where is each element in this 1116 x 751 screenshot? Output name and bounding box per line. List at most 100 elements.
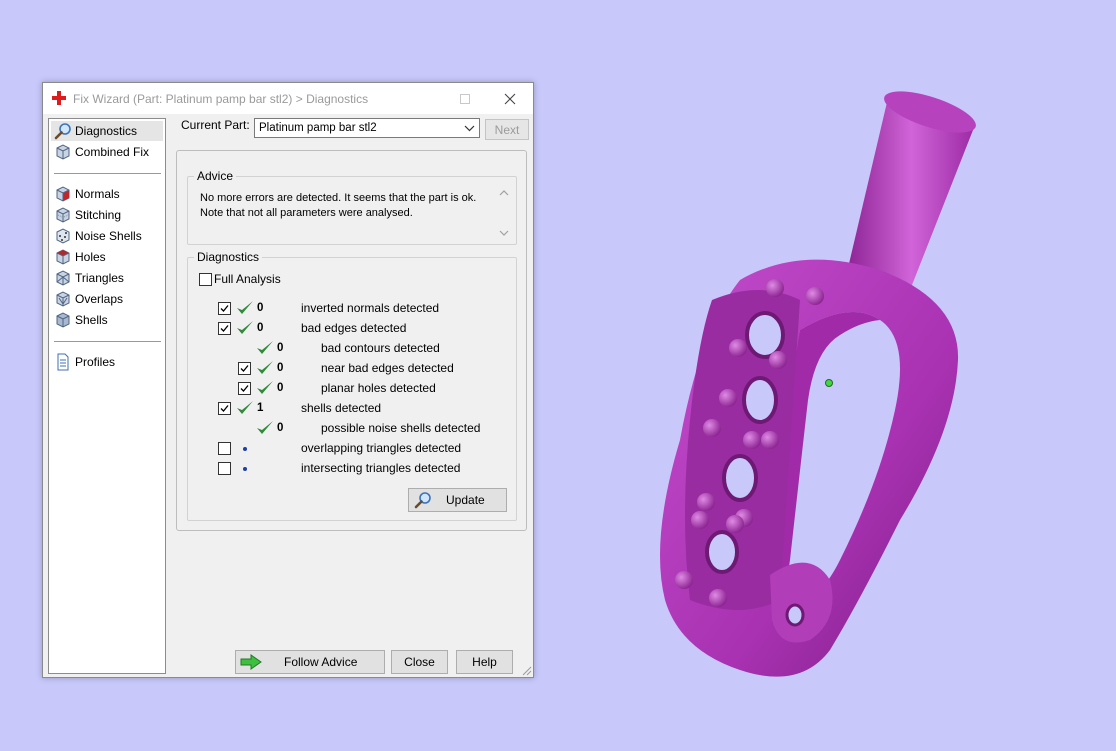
- part-3d-model[interactable]: [640, 90, 1000, 690]
- checkmark-icon: [220, 305, 229, 312]
- full-analysis-checkbox[interactable]: [199, 273, 212, 286]
- nav-divider: [54, 341, 161, 342]
- diagnostics-group: Diagnostics Full Analysis 0 inverted nor…: [187, 250, 517, 521]
- cube-noise-icon: [56, 228, 70, 244]
- current-part-value: Platinum pamp bar stl2: [259, 122, 377, 134]
- nav-item-stitching[interactable]: Stitching: [51, 205, 163, 225]
- cube-icon: [56, 144, 70, 160]
- pending-dot-icon: [243, 467, 247, 471]
- near-bad-edges-count: 0: [277, 362, 284, 374]
- shells-count: 1: [257, 402, 264, 414]
- inverted-normals-label: inverted normals detected: [301, 301, 440, 315]
- nav-item-label: Triangles: [75, 271, 124, 285]
- magnifier-icon: [414, 492, 431, 509]
- nav-item-label: Overlaps: [75, 292, 124, 306]
- nav-divider: [54, 173, 161, 174]
- help-button[interactable]: Help: [456, 650, 513, 674]
- nav-item-label: Stitching: [75, 208, 122, 222]
- shells-label: shells detected: [301, 401, 382, 415]
- green-check-icon: [237, 401, 253, 414]
- model-hole: [722, 454, 758, 502]
- bad-contours-count: 0: [277, 342, 284, 354]
- nav-item-noise-shells[interactable]: Noise Shells: [51, 226, 163, 246]
- overlapping-triangles-label: overlapping triangles detected: [301, 441, 462, 455]
- nav-item-combined-fix[interactable]: Combined Fix: [51, 142, 163, 162]
- advice-line: No more errors are detected. It seems th…: [200, 192, 477, 204]
- nav-item-label: Shells: [75, 313, 108, 327]
- wizard-nav: Diagnostics Combined Fix Normals Stitchi…: [48, 118, 166, 674]
- model-small-hole: [785, 603, 805, 627]
- green-arrow-icon: [240, 654, 262, 670]
- cube-stitch-icon: [56, 207, 70, 223]
- bad-edges-count: 0: [257, 322, 264, 334]
- nav-item-label: Normals: [75, 187, 120, 201]
- nav-item-label: Profiles: [75, 355, 116, 369]
- nav-item-diagnostics[interactable]: Diagnostics: [51, 121, 163, 141]
- title-bar: Fix Wizard (Part: Platinum pamp bar stl2…: [43, 83, 533, 114]
- noise-shells-count: 0: [277, 422, 284, 434]
- fix-wizard-window: Fix Wizard (Part: Platinum pamp bar stl2…: [42, 82, 534, 678]
- chevron-down-icon: [464, 125, 475, 132]
- planar-holes-count: 0: [277, 382, 284, 394]
- checkmark-icon: [220, 325, 229, 332]
- magnifier-icon: [54, 123, 71, 140]
- advice-scrollbar[interactable]: [498, 187, 510, 239]
- current-part-select[interactable]: Platinum pamp bar stl2: [254, 118, 480, 138]
- diagnostics-title: Diagnostics: [194, 250, 263, 264]
- near-bad-edges-label: near bad edges detected: [321, 361, 454, 375]
- nav-item-label: Diagnostics: [75, 124, 138, 138]
- nav-item-triangles[interactable]: Triangles: [51, 268, 163, 288]
- checkmark-icon: [220, 405, 229, 412]
- green-check-icon: [257, 381, 273, 394]
- near-bad-edges-checkbox[interactable]: [238, 362, 251, 375]
- nav-item-label: Holes: [75, 250, 106, 264]
- green-check-icon: [257, 341, 273, 354]
- overlapping-triangles-checkbox[interactable]: [218, 442, 231, 455]
- close-button[interactable]: Close: [391, 650, 448, 674]
- current-part-label: Current Part:: [181, 118, 250, 132]
- noise-shells-label: possible noise shells detected: [321, 421, 481, 435]
- nav-item-shells[interactable]: Shells: [51, 310, 163, 330]
- nav-item-profiles[interactable]: Profiles: [51, 352, 163, 372]
- green-check-icon: [257, 361, 273, 374]
- pivot-point-icon[interactable]: [825, 379, 833, 387]
- bad-edges-label: bad edges detected: [301, 321, 407, 335]
- green-check-icon: [237, 321, 253, 334]
- inverted-normals-checkbox[interactable]: [218, 302, 231, 315]
- green-check-icon: [257, 421, 273, 434]
- cube-holes-icon: [56, 249, 70, 265]
- bad-edges-checkbox[interactable]: [218, 322, 231, 335]
- advice-title: Advice: [194, 169, 237, 183]
- intersecting-triangles-checkbox[interactable]: [218, 462, 231, 475]
- nav-item-label: Combined Fix: [75, 145, 150, 159]
- update-button[interactable]: Update: [408, 488, 507, 512]
- cube-red-face-icon: [56, 186, 70, 202]
- green-check-icon: [237, 301, 253, 314]
- advice-line: Note that not all parameters were analys…: [200, 207, 413, 219]
- pending-dot-icon: [243, 447, 247, 451]
- update-label: Update: [446, 493, 485, 507]
- follow-advice-button[interactable]: Follow Advice: [235, 650, 385, 674]
- close-icon: [504, 93, 516, 104]
- nav-item-normals[interactable]: Normals: [51, 184, 163, 204]
- nav-item-label: Noise Shells: [75, 229, 142, 243]
- resize-grip-icon[interactable]: [520, 664, 532, 676]
- maximize-button[interactable]: [443, 83, 487, 114]
- nav-item-holes[interactable]: Holes: [51, 247, 163, 267]
- advice-group: Advice No more errors are detected. It s…: [187, 169, 517, 245]
- inverted-normals-count: 0: [257, 302, 264, 314]
- next-button[interactable]: Next: [485, 119, 529, 140]
- planar-holes-checkbox[interactable]: [238, 382, 251, 395]
- checkmark-icon: [240, 385, 249, 392]
- nav-item-overlaps[interactable]: Overlaps: [51, 289, 163, 309]
- model-hole: [745, 311, 785, 359]
- close-window-button[interactable]: [488, 83, 532, 114]
- window-title: Fix Wizard (Part: Platinum pamp bar stl2…: [73, 92, 369, 106]
- intersecting-triangles-label: intersecting triangles detected: [301, 461, 461, 475]
- planar-holes-label: planar holes detected: [321, 381, 436, 395]
- checkmark-icon: [240, 365, 249, 372]
- shells-checkbox[interactable]: [218, 402, 231, 415]
- cube-overlap-icon: [56, 291, 70, 307]
- maximize-icon: [460, 93, 470, 104]
- model-hole: [742, 376, 778, 424]
